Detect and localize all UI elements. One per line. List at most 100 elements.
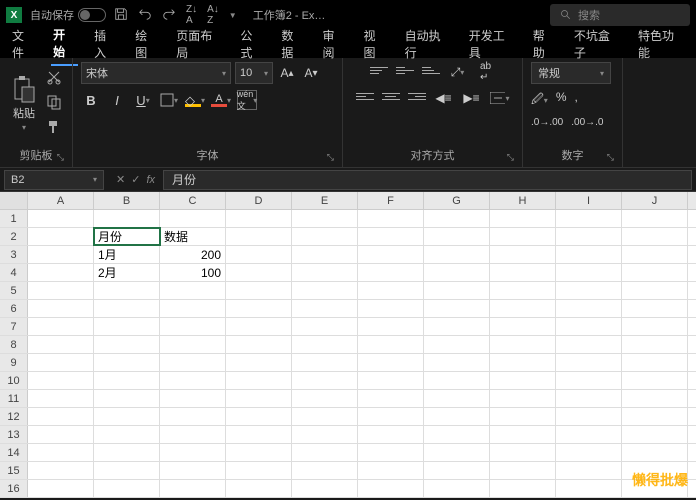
cell[interactable] — [622, 390, 688, 407]
clipboard-launcher-icon[interactable]: ⤡ — [57, 152, 64, 163]
row-header-15[interactable]: 15 — [0, 462, 28, 479]
cell[interactable] — [226, 300, 292, 317]
cell[interactable] — [424, 246, 490, 263]
decrease-decimal-icon[interactable]: .00→.0 — [571, 117, 603, 128]
row-header-2[interactable]: 2 — [0, 228, 28, 245]
col-header-J[interactable]: J — [622, 192, 688, 209]
cell[interactable] — [28, 444, 94, 461]
cell[interactable] — [622, 336, 688, 353]
cell[interactable] — [358, 318, 424, 335]
cell[interactable] — [358, 462, 424, 479]
cell[interactable] — [622, 282, 688, 299]
decrease-indent-icon[interactable]: ◀≡ — [434, 88, 454, 108]
align-right-icon[interactable] — [408, 88, 426, 104]
cell[interactable] — [556, 228, 622, 245]
cell[interactable] — [160, 462, 226, 479]
cell[interactable] — [358, 372, 424, 389]
increase-font-icon[interactable]: A▴ — [277, 63, 297, 83]
cell[interactable] — [160, 426, 226, 443]
cell[interactable] — [160, 372, 226, 389]
cell[interactable] — [226, 462, 292, 479]
row-header-6[interactable]: 6 — [0, 300, 28, 317]
cell[interactable] — [28, 480, 94, 497]
cell[interactable] — [556, 210, 622, 227]
row-header-1[interactable]: 1 — [0, 210, 28, 227]
cell[interactable] — [292, 282, 358, 299]
font-launcher-icon[interactable]: ⤡ — [327, 152, 334, 163]
cell[interactable] — [622, 300, 688, 317]
underline-button[interactable]: U▾ — [133, 90, 153, 110]
cell[interactable] — [424, 444, 490, 461]
cell[interactable] — [424, 210, 490, 227]
italic-button[interactable]: I — [107, 90, 127, 110]
cell[interactable] — [556, 462, 622, 479]
cell[interactable] — [226, 372, 292, 389]
cell[interactable] — [94, 336, 160, 353]
cell[interactable] — [292, 300, 358, 317]
cell[interactable] — [556, 354, 622, 371]
cell[interactable] — [94, 480, 160, 497]
bold-button[interactable]: B — [81, 90, 101, 110]
cell[interactable] — [490, 336, 556, 353]
cell[interactable] — [358, 246, 424, 263]
cell[interactable] — [160, 300, 226, 317]
cell[interactable] — [424, 480, 490, 497]
number-format-select[interactable]: 常规▾ — [531, 62, 611, 84]
row-header-5[interactable]: 5 — [0, 282, 28, 299]
cell[interactable] — [292, 462, 358, 479]
cell[interactable] — [160, 480, 226, 497]
cell[interactable] — [490, 318, 556, 335]
row-header-11[interactable]: 11 — [0, 390, 28, 407]
cell[interactable] — [490, 480, 556, 497]
cell[interactable] — [556, 372, 622, 389]
cell[interactable] — [292, 228, 358, 245]
cell[interactable] — [94, 426, 160, 443]
cell[interactable] — [226, 318, 292, 335]
cell[interactable] — [292, 480, 358, 497]
cell[interactable] — [226, 336, 292, 353]
cell[interactable] — [160, 210, 226, 227]
align-bottom-icon[interactable] — [422, 62, 440, 78]
cell[interactable] — [28, 318, 94, 335]
cell[interactable] — [94, 318, 160, 335]
cell[interactable] — [556, 390, 622, 407]
toggle-off-icon[interactable] — [78, 8, 106, 22]
cell[interactable] — [556, 408, 622, 425]
cell[interactable] — [424, 282, 490, 299]
cell[interactable] — [622, 246, 688, 263]
cell[interactable] — [490, 354, 556, 371]
row-header-4[interactable]: 4 — [0, 264, 28, 281]
cell[interactable]: 200 — [160, 246, 226, 263]
cell[interactable] — [160, 282, 226, 299]
cell[interactable] — [226, 390, 292, 407]
cell[interactable] — [358, 282, 424, 299]
align-center-icon[interactable] — [382, 88, 400, 104]
cell[interactable] — [490, 246, 556, 263]
cell[interactable] — [424, 354, 490, 371]
cell[interactable] — [490, 426, 556, 443]
cell[interactable]: 100 — [160, 264, 226, 281]
align-launcher-icon[interactable]: ⤡ — [507, 152, 514, 163]
enter-formula-icon[interactable]: ✓ — [131, 173, 140, 186]
font-name-select[interactable]: 宋体▾ — [81, 62, 231, 84]
cell[interactable]: 数据 — [160, 228, 226, 245]
cell[interactable] — [160, 444, 226, 461]
cell[interactable] — [490, 390, 556, 407]
cell[interactable] — [226, 354, 292, 371]
cell[interactable] — [292, 390, 358, 407]
font-size-select[interactable]: 10▾ — [235, 62, 273, 84]
tab-特色功能[interactable]: 特色功能 — [636, 23, 686, 65]
cell[interactable] — [490, 372, 556, 389]
col-header-A[interactable]: A — [28, 192, 94, 209]
cell[interactable] — [28, 426, 94, 443]
cell[interactable] — [358, 480, 424, 497]
cell[interactable] — [226, 282, 292, 299]
row-header-12[interactable]: 12 — [0, 408, 28, 425]
cell[interactable] — [556, 282, 622, 299]
cell[interactable] — [358, 390, 424, 407]
cell[interactable] — [226, 210, 292, 227]
cell[interactable] — [94, 444, 160, 461]
redo-icon[interactable] — [162, 7, 176, 24]
cell[interactable] — [94, 300, 160, 317]
cell[interactable] — [292, 336, 358, 353]
